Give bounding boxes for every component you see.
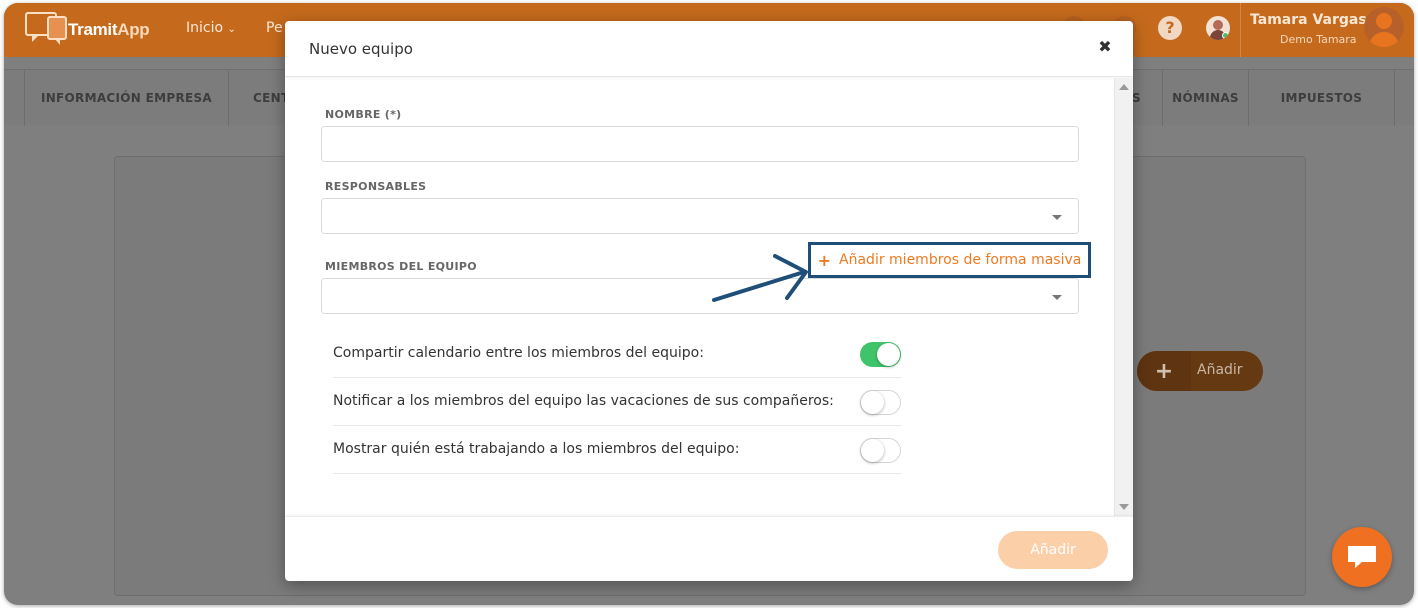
user-name[interactable]: Tamara Vargas <box>1250 12 1367 28</box>
close-icon[interactable]: ✖ <box>1095 37 1115 57</box>
toggle-row-share-calendar: Compartir calendario entre los miembros … <box>333 330 901 378</box>
modal-title: Nuevo equipo <box>309 40 413 58</box>
add-members-bulk-label: Añadir miembros de forma masiva <box>839 252 1082 268</box>
add-members-bulk-link[interactable]: + Añadir miembros de forma masiva <box>808 242 1091 278</box>
members-label: MIEMBROS DEL EQUIPO <box>325 260 477 273</box>
members-select[interactable] <box>321 278 1079 314</box>
tab-centros[interactable]: CENT <box>228 70 289 126</box>
caret-down-icon <box>1052 295 1062 300</box>
user-company: Demo Tamara <box>1280 33 1357 46</box>
plus-icon: + <box>1137 351 1191 391</box>
toggle-knob <box>861 439 884 462</box>
user-avatar-icon[interactable] <box>1364 7 1404 47</box>
toggle-row-notify-vacations: Notificar a los miembros del equipo las … <box>333 378 901 426</box>
online-status-icon <box>1222 32 1229 39</box>
background-add-label: Añadir <box>1197 362 1243 378</box>
tab-nominas[interactable]: NÓMINAS <box>1162 70 1248 126</box>
responsables-label: RESPONSABLES <box>325 180 427 193</box>
new-team-modal: Nuevo equipo ✖ NOMBRE (*) RESPONSABLES M… <box>285 21 1133 581</box>
toggle-label: Compartir calendario entre los miembros … <box>333 345 704 361</box>
caret-down-icon <box>1052 215 1062 220</box>
logo-text: TramitApp <box>68 20 150 39</box>
annotation-arrow-icon <box>712 254 808 302</box>
nav-inicio[interactable]: Inicio ⌄ <box>186 20 236 36</box>
nav-second-item[interactable]: Pe <box>266 20 283 36</box>
tab-informacion-empresa[interactable]: INFORMACIÓN EMPRESA <box>24 70 228 126</box>
name-input[interactable] <box>321 126 1079 162</box>
modal-body: NOMBRE (*) RESPONSABLES MIEMBROS DEL EQU… <box>285 78 1133 516</box>
show-working-toggle[interactable] <box>860 438 901 463</box>
toggle-label: Mostrar quién está trabajando a los miem… <box>333 441 740 457</box>
chat-button[interactable] <box>1332 527 1392 587</box>
small-avatar-icon[interactable] <box>1206 16 1230 40</box>
modal-scrollbar[interactable] <box>1114 78 1133 516</box>
modal-header: Nuevo equipo ✖ <box>285 21 1133 77</box>
toggle-knob <box>877 343 900 366</box>
name-label: NOMBRE (*) <box>325 108 402 121</box>
tramitapp-logo[interactable]: TramitApp <box>24 9 154 49</box>
share-calendar-toggle[interactable] <box>860 342 901 367</box>
toggle-knob <box>861 391 884 414</box>
scroll-up-icon[interactable] <box>1119 84 1129 90</box>
toggle-label: Notificar a los miembros del equipo las … <box>333 393 834 409</box>
app-window: TramitApp Inicio ⌄ Pe ? Tamara Vargas De… <box>4 3 1414 605</box>
submit-add-button[interactable]: Añadir <box>998 531 1108 569</box>
chevron-down-icon: ⌄ <box>227 24 236 35</box>
toggle-row-show-working: Mostrar quién está trabajando a los miem… <box>333 426 901 474</box>
tab-impuestos[interactable]: IMPUESTOS <box>1248 70 1394 126</box>
plus-icon: + <box>817 250 832 270</box>
help-icon[interactable]: ? <box>1158 16 1182 40</box>
responsables-select[interactable] <box>321 198 1079 234</box>
chat-bubble-icon <box>1348 546 1376 568</box>
modal-footer: Añadir <box>285 516 1133 581</box>
divider <box>1240 3 1241 57</box>
tab-edge <box>1394 70 1414 126</box>
notify-vacations-toggle[interactable] <box>860 390 901 415</box>
background-add-button[interactable]: + Añadir <box>1137 351 1263 391</box>
tab-partial[interactable]: S <box>1132 70 1162 126</box>
scroll-down-icon[interactable] <box>1119 504 1129 510</box>
